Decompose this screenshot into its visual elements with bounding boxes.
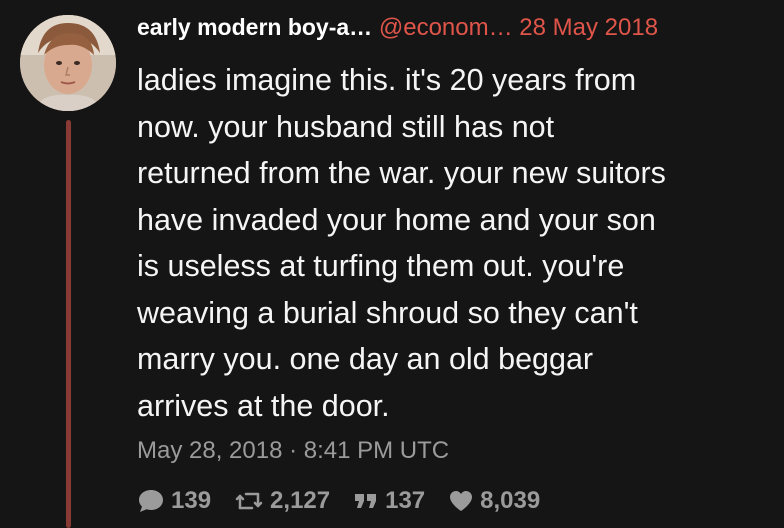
like-button[interactable]: 8,039 (448, 487, 540, 515)
retweet-button[interactable]: 2,127 (234, 487, 330, 515)
quote-icon (355, 494, 377, 508)
tweet-timestamp[interactable]: May 28, 2018 · 8:41 PM UTC (137, 435, 449, 467)
quote-button[interactable]: 137 (353, 487, 425, 515)
reply-count: 139 (171, 487, 212, 514)
tweet-actions: 139 2,127 137 8,039 (137, 484, 563, 518)
reply-button[interactable]: 139 (137, 487, 211, 515)
tweet-header: early modern boy-a… @econom… 28 May 2018 (137, 12, 774, 43)
tweet-card: early modern boy-a… @econom… 28 May 2018… (0, 0, 784, 528)
avatar-photo (20, 15, 116, 111)
thread-line (66, 120, 71, 528)
speech-bubble-icon (139, 490, 163, 512)
heart-icon (450, 491, 473, 511)
retweet-count: 2,127 (270, 487, 331, 514)
avatar[interactable] (20, 15, 116, 111)
tweet-text: ladies imagine this. it's 20 years from … (137, 63, 666, 423)
tweet-date-link[interactable]: 28 May 2018 (519, 14, 658, 41)
quote-count: 137 (385, 487, 426, 514)
retweet-icon (235, 492, 263, 510)
author-handle[interactable]: @econom… (379, 14, 513, 41)
like-count: 8,039 (480, 487, 541, 514)
author-display-name[interactable]: early modern boy-a… (137, 14, 372, 40)
